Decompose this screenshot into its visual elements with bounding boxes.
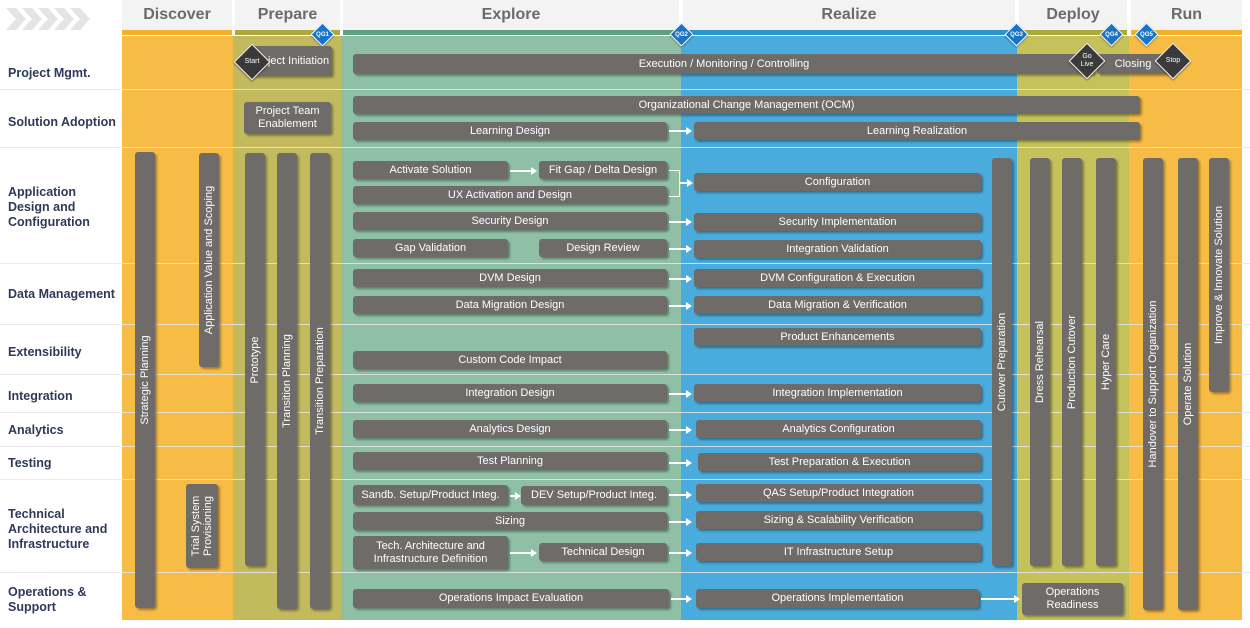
- row-separator: [0, 147, 1250, 148]
- vactivity-strategic-planning[interactable]: Strategic Planning: [135, 152, 155, 608]
- activity-product-enhancements[interactable]: Product Enhancements: [694, 328, 981, 346]
- activity-team-enablement[interactable]: Project Team Enablement: [244, 102, 331, 134]
- activity-fit-gap[interactable]: Fit Gap / Delta Design: [539, 161, 667, 179]
- activity-learning-realization[interactable]: Learning Realization: [694, 122, 1140, 140]
- flow-arrow: [510, 549, 537, 556]
- flow-arrow: [669, 390, 692, 397]
- row-label-data-mgmt: Data Management: [8, 286, 115, 301]
- row-label-integration: Integration: [8, 388, 73, 403]
- phase-header-explore: Explore: [343, 0, 679, 30]
- activity-test-planning[interactable]: Test Planning: [353, 452, 667, 470]
- vactivity-hyper-care[interactable]: Hyper Care: [1096, 158, 1116, 566]
- activity-analytics-design[interactable]: Analytics Design: [353, 420, 667, 438]
- vactivity-improve-innovate[interactable]: Improve & Innovate Solution: [1209, 158, 1229, 392]
- vactivity-production-cutover[interactable]: Production Cutover: [1062, 158, 1082, 566]
- activity-gap-validation[interactable]: Gap Validation: [353, 239, 508, 257]
- activity-ocm[interactable]: Organizational Change Management (OCM): [353, 96, 1140, 114]
- activity-dvm-design[interactable]: DVM Design: [353, 269, 667, 287]
- row-label-project-mgmt: Project Mgmt.: [8, 65, 91, 80]
- discover-phase-line: [122, 30, 232, 35]
- row-label-app-design: Application Design and Configuration: [8, 184, 90, 229]
- activity-design-review[interactable]: Design Review: [539, 239, 667, 257]
- activity-dvm-config[interactable]: DVM Configuration & Execution: [694, 269, 981, 287]
- row-separator: [0, 89, 1250, 90]
- phase-header-realize: Realize: [683, 0, 1015, 30]
- row-label-operations: Operations & Support: [8, 585, 87, 614]
- activity-it-infrastructure[interactable]: IT Infrastructure Setup: [696, 543, 981, 561]
- activity-tech-arch-definition[interactable]: Tech. Architecture and Infrastructure De…: [353, 536, 508, 569]
- flow-arrow: [680, 179, 693, 186]
- activity-test-preparation[interactable]: Test Preparation & Execution: [698, 453, 981, 471]
- activity-execution-monitoring[interactable]: Execution / Monitoring / Controlling: [353, 54, 1095, 74]
- vactivity-trial-system[interactable]: Trial System Provisioning: [186, 484, 218, 568]
- activity-operations-readiness[interactable]: Operations Readiness: [1022, 583, 1123, 615]
- connector-bracket: [669, 170, 680, 197]
- activity-sizing[interactable]: Sizing: [353, 512, 667, 530]
- activity-ux-activation[interactable]: UX Activation and Design: [353, 186, 667, 204]
- row-label-extensibility: Extensibility: [8, 344, 82, 359]
- row-label-analytics: Analytics: [8, 422, 64, 437]
- activity-configuration[interactable]: Configuration: [694, 173, 981, 191]
- activity-learning-design[interactable]: Learning Design: [353, 122, 667, 140]
- flow-arrow: [669, 302, 692, 309]
- flow-arrow: [510, 492, 521, 499]
- vactivity-operate-solution[interactable]: Operate Solution: [1178, 158, 1198, 610]
- header-chevrons: [6, 8, 96, 30]
- row-label-tech-arch: Technical Architecture and Infrastructur…: [8, 506, 108, 551]
- row-separator: [0, 572, 1250, 573]
- activity-technical-design[interactable]: Technical Design: [539, 543, 667, 561]
- flow-arrow: [669, 127, 692, 134]
- activity-data-migration-verification[interactable]: Data Migration & Verification: [694, 296, 981, 314]
- flow-arrow: [981, 595, 1020, 602]
- explore-phase-line: [343, 30, 679, 35]
- activity-custom-code-impact[interactable]: Custom Code Impact: [353, 351, 667, 369]
- flow-arrow: [669, 518, 692, 525]
- flow-arrow: [669, 459, 692, 466]
- activity-qas-setup[interactable]: QAS Setup/Product Integration: [696, 484, 981, 502]
- activity-operations-impact[interactable]: Operations Impact Evaluation: [353, 589, 669, 608]
- flow-arrow: [671, 595, 692, 602]
- vactivity-dress-rehearsal[interactable]: Dress Rehearsal: [1030, 158, 1050, 566]
- activity-analytics-configuration[interactable]: Analytics Configuration: [696, 420, 981, 438]
- flow-arrow: [510, 167, 537, 174]
- activity-security-design[interactable]: Security Design: [353, 212, 667, 230]
- vactivity-transition-planning[interactable]: Transition Planning: [277, 153, 297, 609]
- vactivity-cutover-preparation[interactable]: Cutover Preparation: [992, 158, 1012, 566]
- activity-integration-implementation[interactable]: Integration Implementation: [694, 384, 981, 402]
- activity-integration-validation[interactable]: Integration Validation: [694, 240, 981, 258]
- vactivity-prototype[interactable]: Prototype: [245, 153, 265, 566]
- activity-activate-solution[interactable]: Activate Solution: [353, 161, 508, 179]
- flow-arrow: [669, 491, 692, 498]
- vactivity-handover[interactable]: Handover to Support Organization: [1143, 158, 1163, 610]
- activity-security-implementation[interactable]: Security Implementation: [694, 213, 981, 231]
- row-label-solution-adoption: Solution Adoption: [8, 114, 116, 129]
- flow-arrow: [669, 218, 692, 225]
- flow-arrow: [669, 426, 692, 433]
- activity-sandbox-setup[interactable]: Sandb. Setup/Product Integ.: [353, 485, 508, 505]
- flow-arrow: [669, 549, 692, 556]
- activity-integration-design[interactable]: Integration Design: [353, 384, 667, 402]
- activity-operations-implementation[interactable]: Operations Implementation: [696, 589, 979, 608]
- phase-header-discover: Discover: [122, 0, 232, 30]
- flow-arrow: [669, 245, 692, 252]
- activity-sizing-verification[interactable]: Sizing & Scalability Verification: [696, 511, 981, 529]
- vactivity-transition-preparation[interactable]: Transition Preparation: [310, 153, 330, 609]
- realize-phase-line: [683, 30, 1015, 35]
- flow-arrow: [669, 275, 692, 282]
- row-label-testing: Testing: [8, 455, 52, 470]
- vactivity-app-value-scoping[interactable]: Application Value and Scoping: [199, 153, 219, 367]
- activity-data-migration-design[interactable]: Data Migration Design: [353, 296, 667, 314]
- activity-dev-setup[interactable]: DEV Setup/Product Integ.: [521, 486, 667, 505]
